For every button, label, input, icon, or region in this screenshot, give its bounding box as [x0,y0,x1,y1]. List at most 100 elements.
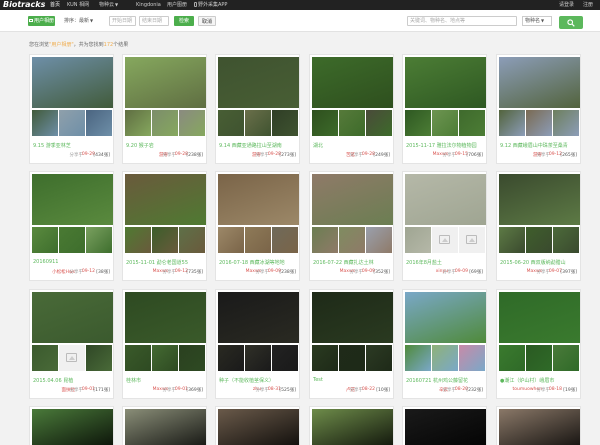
album-cover-photo[interactable] [125,292,206,343]
album-thumbnail[interactable] [152,345,178,371]
album-card[interactable]: ●潮江（炉山村）峨眉市 toumuowhen 分享于 · 08-18 [19张] [496,289,581,399]
album-title[interactable]: 2016年8月盐土 [406,259,486,266]
album-title[interactable]: 桂林市 [126,377,206,384]
album-title[interactable]: 9.12 西藏峨眉山中珠茶至桑青 [500,142,580,149]
album-thumbnail[interactable] [125,110,151,136]
nav-kun-photo[interactable]: KUN 相网 [67,0,89,10]
album-cover-photo[interactable] [218,174,299,225]
album-title[interactable]: 2016-07-18 西藏冰湖等地地 [219,259,299,266]
filter-search-button[interactable]: 检索 [174,16,194,26]
album-cover-photo[interactable] [218,292,299,343]
album-card[interactable]: 湖北 苦茗 分享于 · 09-28 [249张] [309,54,394,164]
nav-species-cloud[interactable]: 物种云▼ [99,0,118,10]
album-thumbnail[interactable] [86,110,112,136]
album-thumbnail[interactable] [272,227,298,253]
album-cover-photo[interactable] [405,409,486,445]
album-cover-photo[interactable] [312,292,393,343]
album-cover-photo[interactable] [499,57,580,108]
album-thumbnail[interactable] [312,110,338,136]
album-cover-photo[interactable] [32,409,113,445]
album-thumbnail[interactable] [59,345,85,371]
album-cover-photo[interactable] [32,292,113,343]
album-card[interactable]: 2016-07-18 西藏冰湖等地地 Maxws 分享于 · 09-09 [238张] [215,171,300,281]
album-cover-photo[interactable] [125,57,206,108]
album-card[interactable]: 9.12 西藏峨眉山中珠茶至桑青 游寺 分享于 · 09-12 [265张] [496,54,581,164]
album-thumbnail[interactable] [152,227,178,253]
album-title[interactable]: 20160911 [33,259,113,265]
sort-select[interactable]: 排序：最新▼ [62,17,94,27]
album-card[interactable] [122,406,207,445]
nav-field-app[interactable]: 野外采集APP [194,0,227,10]
album-cover-photo[interactable] [499,409,580,445]
album-thumbnail[interactable] [459,227,485,253]
nav-user-albums[interactable]: 用户图册 [167,0,187,10]
filter-cancel-button[interactable]: 取消 [198,16,216,26]
register-link[interactable]: 注册 [583,0,593,10]
search-button[interactable] [559,16,583,29]
album-card[interactable]: 9.15 游季亚林芝 分享于 · 09-29 [434张] [29,54,114,164]
album-thumbnail[interactable] [179,227,205,253]
album-title[interactable]: ●潮江（炉山村）峨眉市 [500,377,580,384]
album-thumbnail[interactable] [526,110,552,136]
album-thumbnail[interactable] [405,345,431,371]
album-thumbnail[interactable] [339,227,365,253]
album-card[interactable]: 2015.04.06 昆植 面扶拉 分享于 · 09-01 [171张] [29,289,114,399]
album-card[interactable]: 2015-11-01 勐仑老国道55 Maxws 分享于 · 09-12 [735张] [122,171,207,281]
album-card[interactable]: 2015-06-20 西双版纳勐腊山 Maxws 分享于 · 09-07 [397张] [496,171,581,281]
album-card[interactable]: Test 卢花 分享于 · 08-22 [10张] [309,289,394,399]
album-card[interactable] [215,406,300,445]
album-thumbnail[interactable] [366,227,392,253]
user-album-button[interactable]: 用户相册 [28,16,55,26]
album-cover-photo[interactable] [125,174,206,225]
album-thumbnail[interactable] [32,110,58,136]
login-link[interactable]: 请登录 [559,0,574,10]
album-thumbnail[interactable] [432,227,458,253]
album-thumbnail[interactable] [245,110,271,136]
album-cover-photo[interactable] [499,292,580,343]
album-thumbnail[interactable] [125,227,151,253]
scope-select[interactable]: 物种名▼ [522,16,552,26]
album-cover-photo[interactable] [32,57,113,108]
album-title[interactable]: 种子（不能收植茎保义） [219,377,299,384]
nav-kingdonia[interactable]: Kingdonia [136,0,161,10]
album-cover-photo[interactable] [218,57,299,108]
album-cover-photo[interactable] [312,409,393,445]
album-card[interactable]: 2016年8月盐土 xinyu 分享于 · 09-09 [69张] [402,171,487,281]
keyword-search-input[interactable]: 关键词、物种名、地点等 [407,16,517,26]
album-card[interactable]: 桂林市 Maxws 分享于 · 09-01 [369张] [122,289,207,399]
album-cover-photo[interactable] [405,57,486,108]
album-thumbnail[interactable] [526,345,552,371]
album-card[interactable]: 9.20 猴子岩 游寺 分享于 · 09-28 [238张] [122,54,207,164]
album-card[interactable]: 种子（不能收植茎保义） zhu 分享于 · 08-31 [525张] [215,289,300,399]
album-thumbnail[interactable] [86,227,112,253]
album-thumbnail[interactable] [125,345,151,371]
album-thumbnail[interactable] [405,110,431,136]
album-cover-photo[interactable] [125,409,206,445]
album-card[interactable] [29,406,114,445]
album-thumbnail[interactable] [312,227,338,253]
album-thumbnail[interactable] [405,227,431,253]
album-thumbnail[interactable] [218,227,244,253]
album-cover-photo[interactable] [312,174,393,225]
album-card[interactable]: 2016-07-22 西藏扎达土林 Maxws 分享于 · 09-09 [352张] [309,171,394,281]
album-thumbnail[interactable] [59,110,85,136]
album-title[interactable]: 9.20 猴子岩 [126,142,206,149]
album-thumbnail[interactable] [312,345,338,371]
album-title[interactable]: 9.15 游季亚林芝 [33,142,113,149]
album-title[interactable]: 2015-11-01 勐仑老国道55 [126,259,206,266]
nav-home[interactable]: 首页 [50,0,60,10]
album-thumbnail[interactable] [218,345,244,371]
album-title[interactable]: 2016-07-22 西藏扎达土林 [313,259,393,266]
album-card[interactable]: 2015-11-17 雅拉法尔物植物园 Maxws 分享于 · 09-15 [706张] [402,54,487,164]
album-thumbnail[interactable] [432,110,458,136]
album-card[interactable]: 20160721 杭州鸡公藤留花 辛云 分享于 · 08-20 [232张] [402,289,487,399]
album-thumbnail[interactable] [553,227,579,253]
album-thumbnail[interactable] [59,227,85,253]
album-thumbnail[interactable] [32,227,58,253]
album-thumbnail[interactable] [459,345,485,371]
album-title[interactable]: 20160721 杭州鸡公藤留花 [406,377,486,384]
album-thumbnail[interactable] [179,110,205,136]
album-thumbnail[interactable] [459,110,485,136]
date-to-input[interactable]: 结束日期 [139,16,169,26]
stats-category[interactable]: "用户相册" [49,42,74,48]
